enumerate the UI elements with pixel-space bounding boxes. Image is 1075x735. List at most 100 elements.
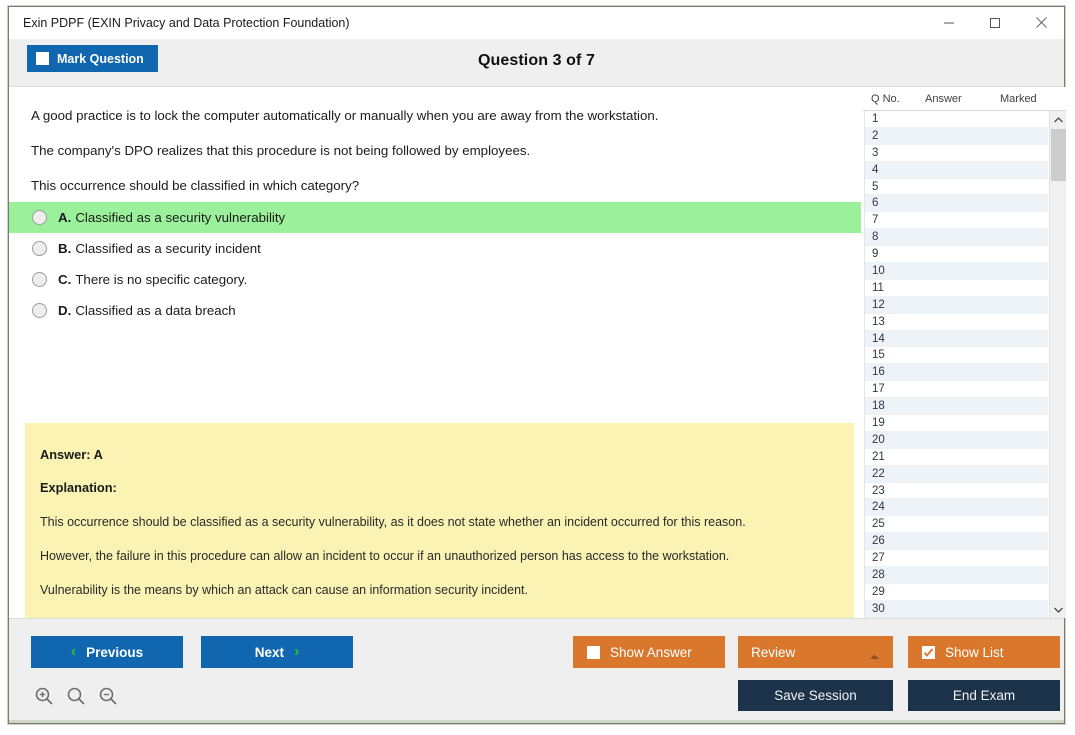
question-list-row[interactable]: 14 [865, 330, 1048, 348]
question-list-row[interactable]: 28 [865, 567, 1048, 584]
question-list-row-number: 7 [872, 214, 879, 227]
question-list-row[interactable]: 6 [865, 195, 1048, 213]
zoom-in-button[interactable] [31, 685, 57, 711]
zoom-out-button[interactable] [95, 685, 121, 711]
caret-up-icon [869, 648, 880, 663]
question-list-row[interactable]: 21 [865, 449, 1048, 466]
maximize-button[interactable] [972, 7, 1018, 38]
explanation-paragraph-3: Vulnerability is the means by which an a… [40, 583, 528, 597]
question-list-row[interactable]: 8 [865, 229, 1048, 247]
previous-button[interactable]: ‹ Previous [31, 636, 183, 668]
show-answer-label: Show Answer [610, 644, 692, 660]
question-list-row-number: 13 [872, 315, 885, 328]
question-list-panel: Q No. Answer Marked 1 2 3 4 5 6 7 8 9 10 11 12 13 14 1… [863, 87, 1066, 618]
zoom-controls [31, 685, 121, 711]
question-text-line-2: The company's DPO realizes that this pro… [31, 143, 531, 158]
question-list-row-number: 26 [872, 535, 885, 548]
zoom-reset-button[interactable] [63, 685, 89, 711]
question-list-row[interactable]: 27 [865, 550, 1048, 568]
show-list-button[interactable]: Show List [908, 636, 1060, 668]
option-text-d: Classified as a data breach [75, 303, 236, 318]
question-list-row[interactable]: 16 [865, 364, 1048, 382]
column-header-marked: Marked [1000, 93, 1037, 105]
scroll-up-arrow-icon[interactable] [1050, 111, 1067, 128]
review-dropdown[interactable]: Review [738, 636, 893, 668]
question-list-row[interactable]: 15 [865, 347, 1048, 365]
question-list-row-number: 11 [872, 281, 884, 294]
radio-icon-b[interactable] [32, 241, 47, 256]
question-list-row[interactable]: 26 [865, 533, 1048, 551]
question-list-row-number: 22 [872, 467, 885, 480]
option-row-b[interactable]: B. Classified as a security incident [9, 233, 861, 264]
answer-label: Answer: A [40, 447, 103, 462]
question-list-row-number: 18 [872, 400, 885, 413]
question-list-row[interactable]: 29 [865, 584, 1048, 601]
question-list-row-number: 9 [872, 248, 879, 261]
column-header-qno: Q No. [871, 93, 900, 105]
question-list-row[interactable]: 2 [865, 127, 1048, 145]
header-bar: Mark Question Question 3 of 7 [9, 39, 1064, 87]
scrollbar-thumb[interactable] [1051, 129, 1066, 181]
question-list-row-number: 20 [872, 433, 885, 446]
zoom-in-icon [34, 686, 54, 711]
show-list-checkbox-icon[interactable] [922, 645, 935, 659]
option-row-d[interactable]: D. Classified as a data breach [9, 295, 861, 326]
show-answer-button[interactable]: Show Answer [573, 636, 725, 668]
end-exam-button[interactable]: End Exam [908, 680, 1060, 711]
question-counter: Question 3 of 7 [477, 52, 596, 69]
minimize-button[interactable] [926, 7, 972, 38]
title-bar: Exin PDPF (EXIN Privacy and Data Protect… [9, 7, 1064, 39]
question-list-row[interactable]: 20 [865, 431, 1048, 449]
question-list-row[interactable]: 11 [865, 280, 1048, 297]
question-list-row[interactable]: 5 [865, 179, 1048, 196]
save-session-button[interactable]: Save Session [738, 680, 893, 711]
next-button[interactable]: Next › [201, 636, 353, 668]
question-list-row[interactable]: 13 [865, 314, 1048, 331]
question-list-row-number: 16 [872, 366, 885, 379]
question-list-body[interactable]: 1 2 3 4 5 6 7 8 9 10 11 12 13 14 15 16 17 18 19 20 21 22 23 24 2… [864, 111, 1048, 618]
question-list-row[interactable]: 23 [865, 483, 1048, 500]
question-text-line-1: A good practice is to lock the computer … [31, 108, 659, 123]
answer-explanation-box: Answer: A Explanation: This occurrence s… [25, 423, 854, 618]
question-list-row[interactable]: 18 [865, 398, 1048, 416]
save-session-label: Save Session [774, 688, 857, 703]
question-list-row[interactable]: 17 [865, 381, 1048, 399]
question-text-line-3: This occurrence should be classified in … [31, 178, 360, 193]
question-list-row-number: 17 [872, 383, 885, 396]
question-list-row[interactable]: 24 [865, 499, 1048, 517]
question-list-row-number: 10 [872, 265, 885, 278]
show-list-label: Show List [945, 644, 1004, 660]
option-row-a[interactable]: A. Classified as a security vulnerabilit… [9, 202, 861, 233]
question-list-row-number: 6 [872, 197, 879, 210]
chevron-right-icon: › [293, 643, 300, 660]
question-list-row[interactable]: 22 [865, 465, 1048, 483]
question-list-row[interactable]: 7 [865, 212, 1048, 230]
radio-icon-d[interactable] [32, 303, 47, 318]
question-list-row[interactable]: 12 [865, 296, 1048, 314]
question-list-row[interactable]: 25 [865, 516, 1048, 534]
radio-icon-a[interactable] [32, 210, 47, 225]
show-answer-checkbox-icon[interactable] [587, 645, 600, 659]
question-list-row-number: 1 [872, 113, 879, 125]
radio-icon-c[interactable] [32, 272, 47, 287]
question-list-row[interactable]: 10 [865, 263, 1048, 280]
question-list-row-number: 3 [872, 146, 879, 159]
explanation-paragraph-1: This occurrence should be classified as … [40, 515, 746, 529]
question-list-row[interactable]: 3 [865, 145, 1048, 162]
column-header-answer: Answer [925, 93, 962, 105]
explanation-label: Explanation: [40, 480, 117, 495]
question-list-row[interactable]: 19 [865, 415, 1048, 432]
exam-window: Exin PDPF (EXIN Privacy and Data Protect… [8, 6, 1066, 724]
question-list-row-number: 12 [872, 298, 885, 311]
question-list-row-number: 21 [872, 450, 885, 463]
question-list-row-number: 30 [872, 602, 885, 615]
question-list-scrollbar[interactable] [1049, 111, 1066, 618]
close-button[interactable] [1018, 7, 1064, 38]
option-row-c[interactable]: C. There is no specific category. [9, 264, 861, 295]
question-list-row[interactable]: 1 [865, 111, 1048, 128]
question-list-row[interactable]: 4 [865, 161, 1048, 179]
scroll-down-arrow-icon[interactable] [1050, 601, 1067, 618]
question-list-row-number: 23 [872, 484, 885, 497]
question-list-row[interactable]: 9 [865, 246, 1048, 264]
question-list-row[interactable]: 30 [865, 600, 1048, 618]
